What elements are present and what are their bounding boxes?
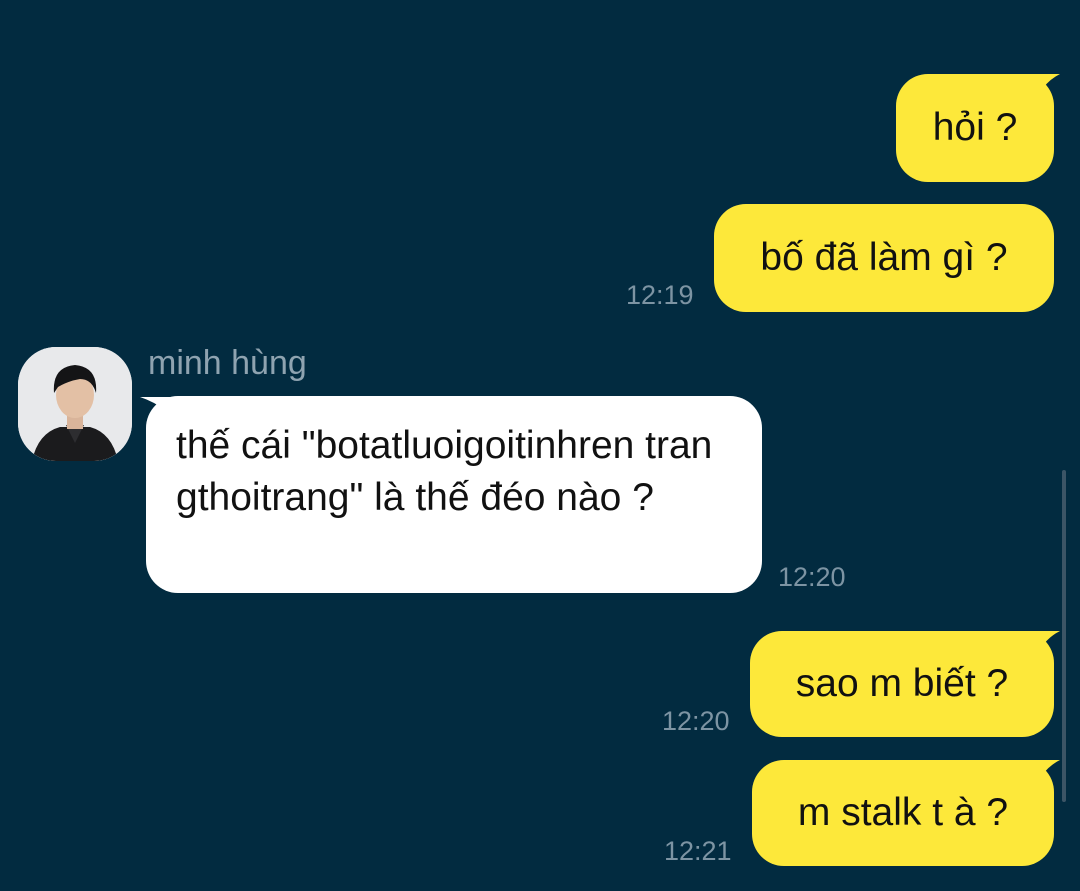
bubble-tail-icon [1020,74,1060,108]
outgoing-message-bubble[interactable]: bố đã làm gì ? [714,204,1054,312]
outgoing-message-bubble[interactable]: sao m biết ? [750,631,1054,737]
message-text: bố đã làm gì ? [760,236,1008,279]
outgoing-message-bubble[interactable]: m stalk t à ? [752,760,1054,866]
sender-name: minh hùng [148,344,307,382]
chat-message-list[interactable]: hỏi ? bố đã làm gì ? 12:19 minh hùng thế… [0,0,1080,891]
message-text: m stalk t à ? [797,791,1009,834]
message-timestamp: 12:19 [626,280,694,310]
message-timestamp: 12:21 [664,836,732,866]
message-timestamp: 12:20 [662,706,730,736]
scrollbar[interactable] [1062,470,1066,802]
message-text: hỏi ? [932,106,1018,149]
bubble-tail-icon [1020,631,1060,665]
message-text: sao m biết ? [795,662,1009,705]
bubble-tail-icon [1020,760,1060,794]
contact-avatar[interactable] [18,347,132,461]
message-text: thế cái "botatluoigoitinhren trangthoitr… [176,424,713,519]
message-timestamp: 12:20 [778,562,846,592]
person-photo-avatar-icon [18,347,132,461]
incoming-message-bubble[interactable]: thế cái "botatluoigoitinhren trangthoitr… [146,396,762,593]
